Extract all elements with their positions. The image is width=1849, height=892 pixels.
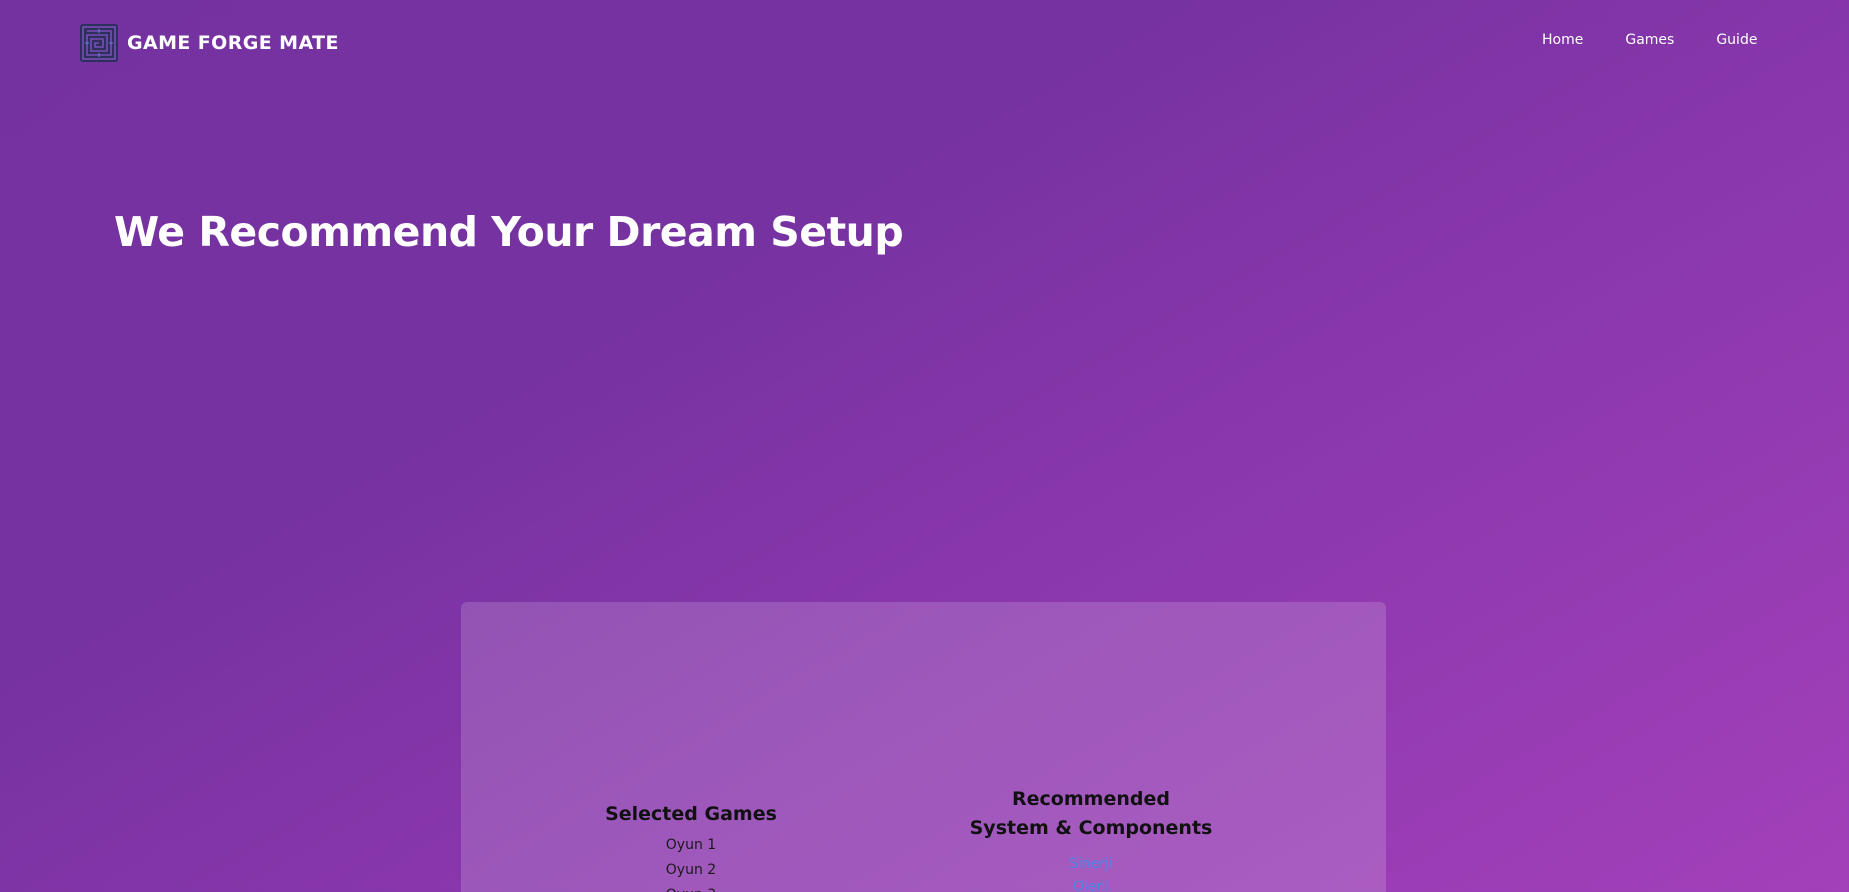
selected-games-column: Selected Games Oyun 1 Oyun 2 Oyun 3 [541,800,841,892]
recommendation-panel: Selected Games Oyun 1 Oyun 2 Oyun 3 Reco… [461,602,1386,892]
recommended-system-column: Recommended System & Components Sinerji … [941,785,1241,892]
nav-guide-link[interactable]: Guide [1716,32,1757,48]
game-list-item: Oyun 3 [541,883,841,892]
component-link[interactable]: Ojenl [941,876,1241,892]
nav-home-link[interactable]: Home [1542,32,1583,48]
recommended-title-line2: System & Components [969,817,1213,839]
nav-menu: Home Games Guide [1542,32,1757,48]
brand-link[interactable]: GAME FORGE MATE [80,23,339,63]
hero-title: We Recommend Your Dream Setup [114,208,904,256]
brand-name: GAME FORGE MATE [127,32,339,54]
component-list: Sinerji Ojenl [941,853,1241,892]
recommended-title-line1: Recommended [1012,788,1170,810]
maze-logo-icon [80,24,118,62]
top-navbar: GAME FORGE MATE Home Games Guide [0,0,1849,84]
game-list-item: Oyun 1 [665,837,717,853]
selected-games-title: Selected Games [605,803,777,825]
game-list-item: Oyun 2 [665,862,717,878]
nav-games-link[interactable]: Games [1625,32,1674,48]
selected-games-list: Oyun 1 Oyun 2 Oyun 3 [541,833,841,892]
component-link[interactable]: Sinerji [941,853,1241,876]
recommended-system-title: Recommended System & Components [941,785,1241,843]
